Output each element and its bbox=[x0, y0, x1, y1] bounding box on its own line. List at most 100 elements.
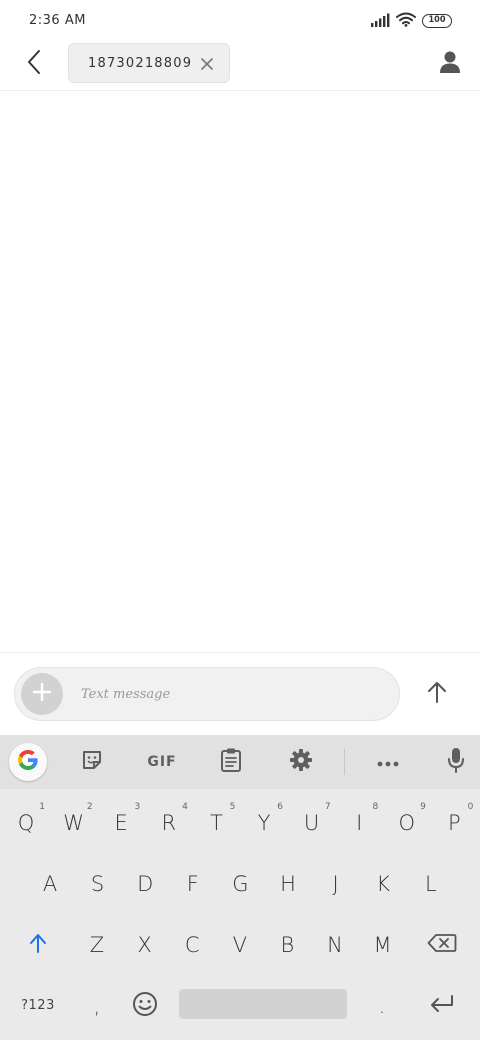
key-f[interactable]: F bbox=[169, 853, 217, 914]
key-hint: 6 bbox=[277, 802, 283, 812]
key-label: B bbox=[280, 932, 295, 957]
arrow-up-icon bbox=[426, 680, 448, 708]
key-g[interactable]: G bbox=[216, 853, 264, 914]
status-icons: 100 bbox=[370, 12, 452, 31]
key-label: C bbox=[184, 932, 200, 957]
key-label: U bbox=[303, 810, 320, 835]
key-j[interactable]: J bbox=[312, 853, 360, 914]
backspace-key[interactable] bbox=[418, 914, 466, 975]
key-label: Y bbox=[257, 810, 271, 835]
sticker-icon bbox=[80, 748, 104, 776]
key-hint: 8 bbox=[372, 802, 379, 812]
google-g-icon bbox=[16, 748, 40, 776]
key-l[interactable]: L bbox=[407, 853, 455, 914]
emoji-icon bbox=[132, 991, 158, 1021]
symbols-label: ?123 bbox=[21, 998, 55, 1013]
sticker-button[interactable] bbox=[72, 745, 112, 779]
more-options-button[interactable] bbox=[368, 745, 408, 779]
key-label: P bbox=[448, 810, 461, 835]
gear-icon bbox=[289, 748, 313, 776]
keyboard: G I F Q 1 W 2 E 3 R 4 T 5 Y 6 U 7 I 8 O 9 … bbox=[0, 735, 480, 1040]
contact-button[interactable] bbox=[434, 48, 466, 80]
compose-bar bbox=[0, 653, 480, 735]
key-b[interactable]: B bbox=[263, 914, 311, 975]
key-x[interactable]: X bbox=[121, 914, 169, 975]
key-row-2: ASDFGH J KL bbox=[0, 853, 480, 914]
voice-input-button[interactable] bbox=[436, 745, 476, 779]
symbols-key[interactable]: ?123 bbox=[14, 975, 62, 1036]
keyboard-toolbar: GIF bbox=[0, 735, 480, 789]
emoji-key[interactable] bbox=[121, 975, 169, 1036]
key-s[interactable]: S bbox=[74, 853, 122, 914]
key-o[interactable]: O9 bbox=[383, 792, 431, 853]
compose-field bbox=[14, 667, 400, 721]
key-label: M bbox=[373, 932, 392, 957]
key-v[interactable]: V bbox=[216, 914, 264, 975]
key-label: A bbox=[42, 871, 58, 896]
key-hint: 5 bbox=[229, 802, 236, 812]
backspace-icon bbox=[427, 933, 457, 957]
key-i[interactable]: I8 bbox=[335, 792, 383, 853]
close-icon[interactable] bbox=[199, 56, 215, 72]
space-key[interactable] bbox=[179, 989, 347, 1019]
key-label: D bbox=[137, 871, 154, 896]
message-input[interactable] bbox=[81, 682, 381, 706]
key-z[interactable]: Z bbox=[73, 914, 121, 975]
key-hint: 1 bbox=[39, 802, 45, 812]
period-key[interactable]: . bbox=[358, 975, 406, 1036]
key-label: J bbox=[332, 871, 339, 896]
key-label: E bbox=[114, 810, 128, 835]
wifi-icon bbox=[396, 12, 416, 31]
comma-key[interactable]: , bbox=[73, 975, 121, 1036]
key-r[interactable]: R4 bbox=[145, 792, 193, 853]
gif-label: GIF bbox=[147, 754, 177, 770]
key-row-4: ?123 , . bbox=[0, 975, 480, 1036]
key-label: H bbox=[280, 871, 296, 896]
key-w[interactable]: W2 bbox=[50, 792, 98, 853]
key-label: Q bbox=[17, 810, 35, 835]
key-m[interactable]: M bbox=[359, 914, 407, 975]
period-label: . bbox=[378, 993, 386, 1018]
attach-button[interactable] bbox=[21, 673, 63, 715]
back-button[interactable] bbox=[18, 48, 50, 80]
clipboard-icon bbox=[220, 747, 242, 777]
enter-key[interactable] bbox=[418, 975, 466, 1036]
key-label: I bbox=[356, 810, 363, 835]
key-k[interactable]: K bbox=[359, 853, 407, 914]
key-e[interactable]: E3 bbox=[97, 792, 145, 853]
recipient-number: 18730218809 bbox=[88, 56, 193, 71]
keyboard-settings-button[interactable] bbox=[281, 745, 321, 779]
key-a[interactable]: A bbox=[26, 853, 74, 914]
key-label: R bbox=[161, 810, 177, 835]
key-h[interactable]: H bbox=[264, 853, 312, 914]
google-search-button[interactable] bbox=[9, 743, 47, 781]
key-hint: 4 bbox=[182, 802, 188, 812]
key-d[interactable]: D bbox=[121, 853, 169, 914]
key-p[interactable]: P0 bbox=[430, 792, 478, 853]
gif-button[interactable]: GIF bbox=[140, 745, 184, 779]
clipboard-button[interactable] bbox=[211, 745, 251, 779]
key-hint: 3 bbox=[134, 802, 141, 812]
send-button[interactable] bbox=[420, 677, 454, 711]
key-row-3: ZXC V BNM bbox=[0, 914, 480, 975]
key-n[interactable]: N bbox=[311, 914, 359, 975]
shift-key[interactable] bbox=[14, 914, 62, 975]
key-t[interactable]: T5 bbox=[192, 792, 240, 853]
key-row-1: Q1W2E3R4T5Y6U7I8O9P0 bbox=[0, 792, 480, 853]
key-y[interactable]: Y6 bbox=[240, 792, 288, 853]
key-label: Z bbox=[89, 932, 105, 957]
shift-arrow-icon bbox=[28, 932, 48, 958]
key-label: K bbox=[376, 871, 391, 896]
person-icon bbox=[439, 50, 461, 78]
key-label: O bbox=[398, 810, 416, 835]
key-q[interactable]: Q1 bbox=[2, 792, 50, 853]
toolbar-separator bbox=[344, 749, 345, 775]
recipient-chip[interactable]: 18730218809 bbox=[68, 43, 230, 83]
more-horizontal-icon bbox=[376, 753, 400, 772]
key-u[interactable]: U7 bbox=[288, 792, 336, 853]
key-c[interactable]: C bbox=[168, 914, 216, 975]
battery-indicator: 100 bbox=[422, 14, 452, 28]
key-hint: 2 bbox=[86, 802, 93, 812]
message-list[interactable] bbox=[0, 91, 480, 652]
key-label: V bbox=[232, 932, 247, 957]
